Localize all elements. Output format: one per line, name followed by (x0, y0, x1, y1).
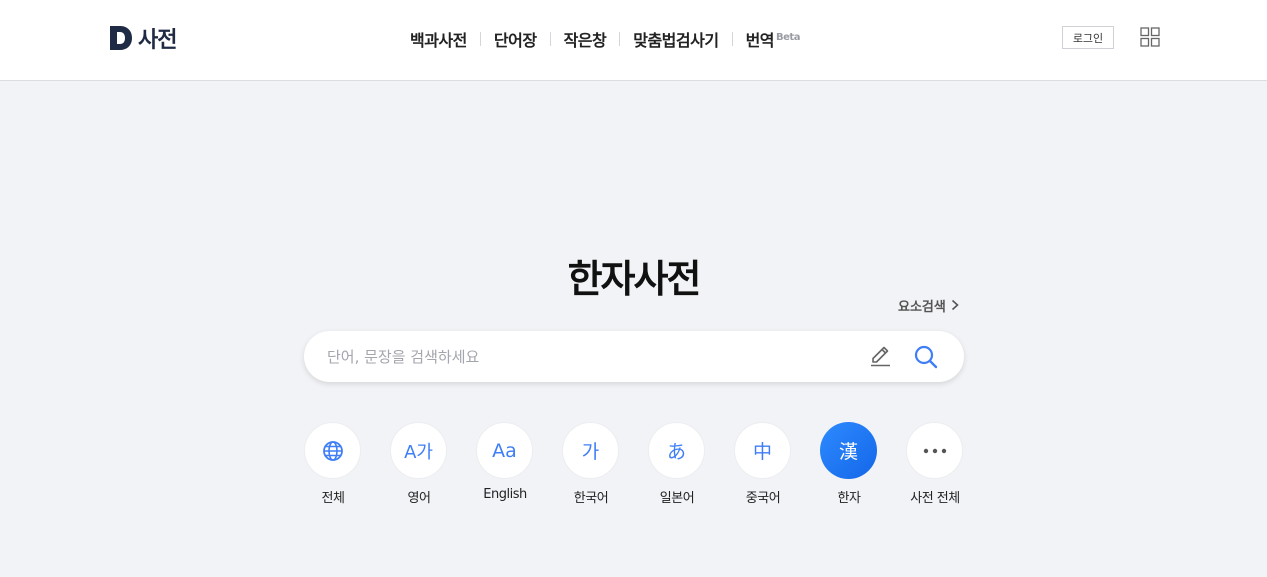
element-search-label: 요소검색 (898, 299, 946, 315)
english-english-icon: Aa (476, 422, 533, 479)
korean-dict-glyph: 가 (581, 441, 600, 463)
category-japanese[interactable]: あ 일본어 (648, 422, 706, 506)
service-menu-grid-icon[interactable] (1140, 27, 1160, 47)
search-icon[interactable] (913, 344, 939, 370)
japanese-dict-icon: あ (648, 422, 705, 479)
category-korean[interactable]: 가 한국어 (562, 422, 620, 506)
page-title: 한자사전 (567, 257, 702, 301)
category-english-english[interactable]: Aa English (476, 422, 534, 502)
hanja-dict-glyph: 漢 (838, 441, 858, 463)
nav-item-mini-window[interactable]: 작은창 (564, 27, 607, 51)
beta-badge: Beta (776, 32, 800, 43)
category-chinese[interactable]: 中 중국어 (734, 422, 792, 506)
english-english-glyph: Aa (492, 439, 517, 462)
dictionary-category-list: 전체 A가 영어 Aa English 가 한국어 あ 일본어 中 중국어 漢 (304, 422, 984, 512)
nav-divider (479, 32, 481, 46)
category-label: 중국어 (745, 491, 781, 506)
globe-icon (322, 440, 343, 461)
brand-name: 사전 (138, 28, 177, 53)
category-label: 사전 전체 (910, 491, 960, 506)
hanja-dict-icon: 漢 (820, 422, 877, 479)
nav-item-spell-checker[interactable]: 맞춤법검사기 (633, 27, 719, 51)
more-icon (923, 448, 946, 453)
category-hanja[interactable]: 漢 한자 (820, 422, 878, 506)
category-label: English (483, 487, 527, 502)
category-english[interactable]: A가 영어 (390, 422, 448, 506)
category-label: 영어 (407, 491, 431, 506)
japanese-dict-glyph: あ (666, 441, 686, 463)
chinese-dict-icon: 中 (734, 422, 791, 479)
english-dict-glyph: A가 (404, 441, 433, 463)
element-search-link[interactable]: 요소검색 (898, 295, 960, 315)
daum-logo-icon (110, 26, 132, 50)
handwriting-input-icon[interactable] (868, 343, 894, 369)
nav-divider (731, 32, 733, 46)
category-all[interactable]: 전체 (304, 422, 362, 506)
search-box (304, 331, 964, 382)
category-more-icon-circle (906, 422, 963, 479)
top-header: 사전 백과사전 단어장 작은창 맞춤법검사기 번역 Beta 로그인 (0, 0, 1267, 81)
english-dict-icon: A가 (390, 422, 447, 479)
category-label: 한국어 (573, 491, 609, 506)
category-label: 전체 (321, 491, 345, 506)
search-input[interactable] (327, 343, 847, 370)
category-label: 일본어 (659, 491, 695, 506)
nav-divider (549, 32, 551, 46)
chinese-dict-glyph: 中 (752, 441, 772, 463)
login-button[interactable]: 로그인 (1062, 26, 1114, 49)
global-nav: 백과사전 단어장 작은창 맞춤법검사기 번역 Beta (410, 26, 800, 52)
category-all-icon-circle (304, 422, 361, 479)
chevron-right-icon (951, 299, 959, 311)
nav-divider (619, 32, 621, 46)
category-label: 한자 (837, 491, 861, 506)
nav-item-wordbook[interactable]: 단어장 (494, 27, 537, 51)
nav-item-encyclopedia[interactable]: 백과사전 (410, 27, 467, 51)
category-all-dictionaries[interactable]: 사전 전체 (906, 422, 964, 506)
nav-item-translate[interactable]: 번역 Beta (745, 27, 801, 51)
brand-logo-link[interactable]: 사전 (110, 24, 177, 53)
nav-item-translate-label: 번역 (745, 31, 775, 50)
korean-dict-icon: 가 (562, 422, 619, 479)
